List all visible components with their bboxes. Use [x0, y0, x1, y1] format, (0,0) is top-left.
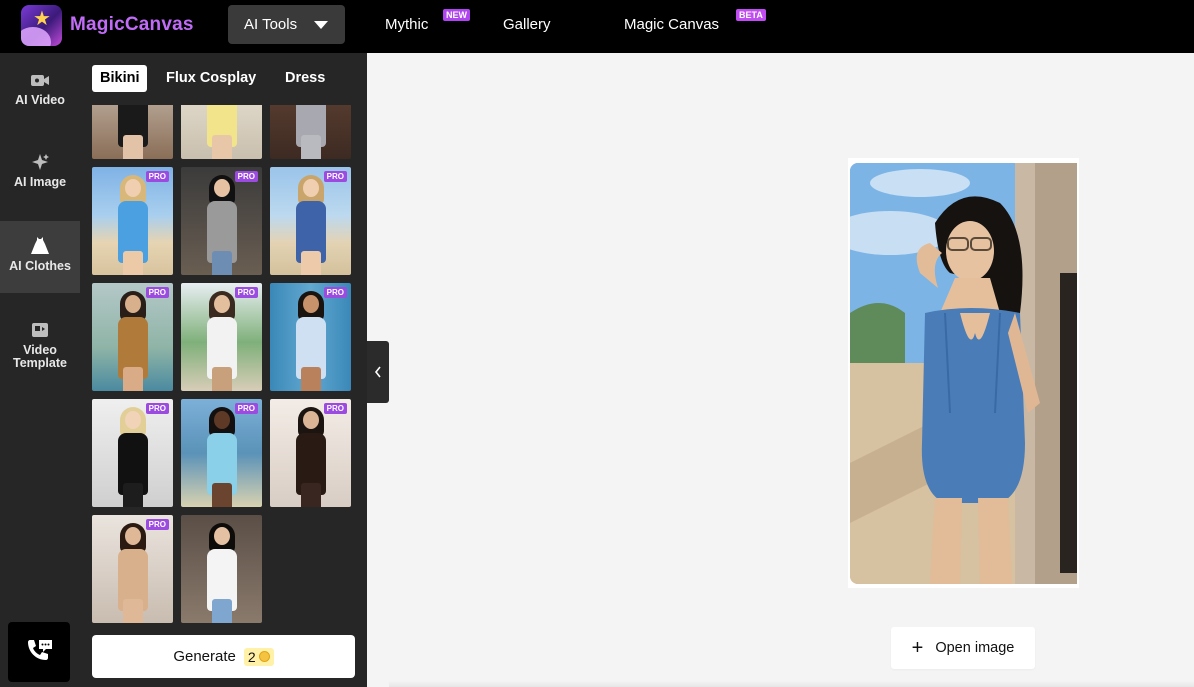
rail-label: Video Template — [13, 343, 67, 370]
coin-icon — [258, 651, 270, 662]
pro-badge: PRO — [234, 287, 258, 298]
ai-tools-label: AI Tools — [244, 16, 298, 33]
rail-label: AI Video — [15, 93, 65, 107]
sparkle-icon — [30, 153, 50, 171]
pro-badge: PRO — [323, 171, 347, 182]
style-thumbnail[interactable] — [270, 105, 351, 159]
style-thumbnail[interactable]: PRO — [181, 167, 262, 275]
result-illustration — [850, 163, 1077, 584]
style-thumbnail[interactable]: PRO — [181, 399, 262, 507]
tab-dress[interactable]: Dress — [277, 65, 333, 92]
beta-badge: BETA — [736, 9, 766, 21]
rail-item-ai-video[interactable]: AI Video — [0, 71, 80, 131]
style-panel: Bikini Flux Cosplay Dress PRO PRO PRO PR… — [80, 53, 367, 687]
rail-item-ai-clothes[interactable]: AI Clothes — [0, 221, 80, 293]
style-thumbnail[interactable]: PRO — [181, 283, 262, 391]
pro-badge: PRO — [145, 519, 169, 530]
style-thumbnail[interactable]: PRO — [92, 399, 173, 507]
chevron-down-icon — [314, 21, 328, 29]
open-image-button[interactable]: + Open image — [891, 627, 1035, 669]
support-button[interactable] — [8, 622, 70, 682]
rail-label: AI Image — [13, 175, 67, 189]
collapse-panel-button[interactable] — [367, 341, 389, 403]
ai-tools-dropdown[interactable]: AI Tools — [228, 5, 345, 44]
generate-button[interactable]: Generate 2 — [92, 635, 355, 678]
style-thumbnail[interactable]: PRO — [92, 283, 173, 391]
open-image-label: Open image — [935, 640, 1015, 656]
left-rail: AI Video AI Image AI Clothes Video Templ… — [0, 53, 80, 687]
style-thumbnail[interactable]: PRO — [270, 167, 351, 275]
bottom-shadow — [389, 681, 1194, 687]
pro-badge: PRO — [145, 171, 169, 182]
pro-badge: PRO — [145, 287, 169, 298]
style-thumbnail[interactable]: PRO — [270, 283, 351, 391]
plus-icon: + — [911, 637, 924, 659]
phone-chat-icon — [28, 640, 52, 660]
style-thumbnail[interactable]: PRO — [92, 515, 173, 623]
style-thumbnail[interactable] — [92, 105, 173, 159]
pro-badge: PRO — [234, 403, 258, 414]
brand-name[interactable]: MagicCanvas — [70, 14, 194, 36]
pro-badge: PRO — [234, 171, 258, 182]
new-badge: NEW — [443, 9, 470, 21]
tab-flux-cosplay[interactable]: Flux Cosplay — [158, 65, 264, 92]
pro-badge: PRO — [323, 287, 347, 298]
style-thumbnail[interactable]: PRO — [92, 167, 173, 275]
dress-icon — [30, 237, 50, 255]
top-bar: ★ MagicCanvas AI Tools Mythic NEW Galler… — [0, 0, 1194, 53]
chevron-left-icon — [374, 366, 381, 378]
generate-label: Generate — [173, 648, 236, 665]
rail-item-ai-image[interactable]: AI Image — [0, 153, 80, 213]
rail-label: AI Clothes — [9, 259, 71, 273]
credits-badge: 2 — [243, 647, 274, 666]
credits-count: 2 — [247, 648, 256, 665]
pro-badge: PRO — [323, 403, 347, 414]
style-thumbnail[interactable]: PRO — [270, 399, 351, 507]
style-grid: PRO PRO PRO PRO PRO PRO PRO PRO PRO PRO — [80, 105, 367, 625]
video-camera-icon — [30, 71, 50, 89]
generated-image[interactable] — [850, 163, 1077, 584]
tab-bikini[interactable]: Bikini — [92, 65, 148, 92]
pro-badge: PRO — [145, 403, 169, 414]
style-thumbnail[interactable] — [181, 105, 262, 159]
star-icon: ★ — [33, 8, 51, 30]
nav-mythic[interactable]: Mythic — [385, 16, 428, 33]
rail-item-video-template[interactable]: Video Template — [0, 321, 80, 381]
nav-magic-canvas[interactable]: Magic Canvas — [624, 16, 719, 33]
video-template-icon — [30, 321, 50, 339]
nav-gallery[interactable]: Gallery — [503, 16, 551, 33]
app-logo[interactable]: ★ — [21, 5, 62, 46]
style-thumbnail[interactable] — [181, 515, 262, 623]
